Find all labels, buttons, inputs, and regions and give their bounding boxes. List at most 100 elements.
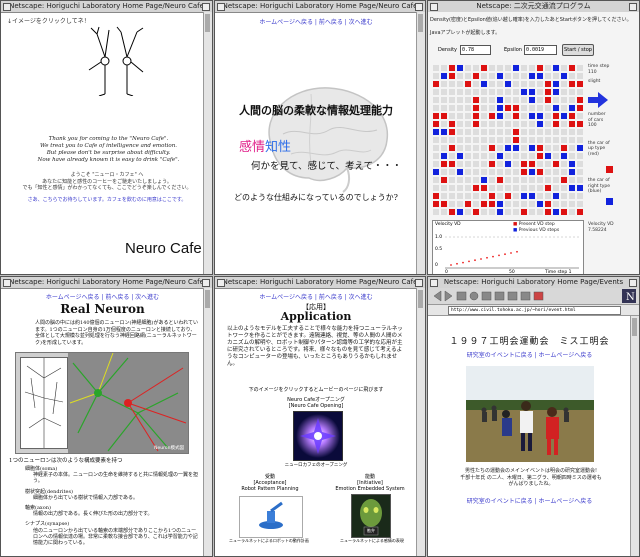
car-red — [449, 65, 455, 71]
grid-cell-empty — [449, 153, 455, 159]
grid-cell-empty — [441, 105, 447, 111]
grid-cell-empty — [449, 177, 455, 183]
epsilon-input[interactable]: 0.0019 — [524, 45, 557, 55]
x-axis-label: Time step 1 — [545, 270, 572, 275]
window-title: Netscape: Horiguchi Laboratory Home Page… — [443, 278, 624, 286]
enter-cafe-link[interactable]: さあ、こちらでお待ちしています。カフェを飲むのに用意はここです。 — [7, 196, 207, 203]
zoom-box-icon[interactable] — [415, 3, 423, 11]
car-red — [449, 121, 455, 127]
scroll-thumb[interactable] — [418, 290, 423, 308]
nav-links[interactable]: ホームページへ戻る | 前へ戻る | 次へ進む — [1, 292, 204, 301]
car-red — [537, 153, 543, 159]
scrollbar[interactable] — [630, 316, 639, 556]
car-blue — [561, 153, 567, 159]
grid-cell-empty — [441, 209, 447, 215]
grid-cell-empty — [513, 169, 519, 175]
robot-demo-thumbnail[interactable] — [239, 496, 303, 538]
zoom-box-icon[interactable] — [629, 279, 637, 287]
car-blue — [553, 89, 559, 95]
grid-cell-empty — [553, 177, 559, 183]
grid-cell-empty — [441, 97, 447, 103]
grid-cell-empty — [569, 209, 575, 215]
close-box-icon[interactable] — [430, 279, 438, 287]
grid-cell-empty — [465, 153, 471, 159]
car-red — [569, 65, 575, 71]
grid-cell-empty — [457, 129, 463, 135]
neuron-network-image — [68, 353, 188, 453]
grid-cell-empty — [473, 201, 479, 207]
car-red — [489, 145, 495, 151]
car-blue — [457, 169, 463, 175]
emotion-intellect-label: 感情知性 — [239, 136, 291, 155]
scroll-thumb[interactable] — [205, 14, 210, 32]
grid-cell-empty — [537, 137, 543, 143]
density-input[interactable]: 0.78 — [460, 45, 491, 55]
zoom-box-icon[interactable] — [415, 279, 423, 287]
grid-cell-empty — [457, 89, 463, 95]
zoom-box-icon[interactable] — [629, 3, 637, 11]
close-box-icon[interactable] — [430, 3, 438, 11]
grid-cell-empty — [537, 185, 543, 191]
scrollbar[interactable] — [416, 288, 425, 556]
grid-cell-empty — [545, 129, 551, 135]
scrollbar[interactable] — [203, 12, 212, 274]
velocity-readout: Velocity VD 7.58224 — [588, 222, 614, 233]
close-box-icon[interactable] — [217, 279, 225, 287]
neuron-figure-icon[interactable] — [85, 26, 145, 96]
scroll-thumb[interactable] — [205, 290, 210, 308]
scrollbar[interactable] — [416, 12, 425, 274]
url-field[interactable]: http://www.civil.tohoku.ac.jp/~hori/even… — [448, 306, 621, 315]
grid-cell-empty — [561, 161, 567, 167]
velocity-point — [462, 261, 464, 264]
zoom-box-icon[interactable] — [202, 279, 210, 287]
close-box-icon[interactable] — [3, 279, 11, 287]
car-red — [473, 73, 479, 79]
car-blue — [497, 105, 503, 111]
emotion-demo-thumbnail[interactable]: 勘弁 — [351, 494, 391, 538]
nav-links[interactable]: ホームページへ戻る | 前へ戻る | 次へ進む — [215, 17, 417, 26]
scroll-thumb[interactable] — [418, 14, 423, 32]
car-red — [465, 201, 471, 207]
grid-cell-empty — [553, 185, 559, 191]
grid-cell-empty — [513, 177, 519, 183]
car-red — [505, 193, 511, 199]
nav-top[interactable]: 研究室のイベントに戻る | ホームページへ戻る — [428, 350, 631, 359]
grid-cell-empty — [529, 177, 535, 183]
grid-cell-empty — [497, 185, 503, 191]
grid-cell-empty — [489, 137, 495, 143]
car-blue — [545, 153, 551, 159]
car-red — [529, 161, 535, 167]
grid-cell-empty — [449, 105, 455, 111]
grid-cell-empty — [449, 137, 455, 143]
start-stop-button[interactable]: Start / stop — [562, 44, 594, 56]
close-box-icon[interactable] — [3, 3, 11, 11]
grid-cell-empty — [505, 65, 511, 71]
grid-cell-empty — [481, 137, 487, 143]
scroll-thumb[interactable] — [632, 318, 637, 336]
grid-cell-empty — [473, 81, 479, 87]
zoom-box-icon[interactable] — [202, 3, 210, 11]
grid-cell-empty — [545, 169, 551, 175]
car-red — [489, 193, 495, 199]
grid-cell-empty — [441, 121, 447, 127]
grid-cell-empty — [545, 177, 551, 183]
grid-cell-empty — [569, 129, 575, 135]
nav-links[interactable]: ホームページへ戻る | 前へ戻る | 次へ進む — [215, 292, 417, 301]
part-soma-desc: 神経素子の本体。ニューロンの生命を維持すると共に情報処理の一翼を担う。 — [33, 472, 199, 485]
grid-cell-empty — [465, 65, 471, 71]
car-blue — [521, 193, 527, 199]
grid-cell-empty — [497, 145, 503, 151]
car-red — [513, 137, 519, 143]
car-blue — [497, 113, 503, 119]
velocity-point — [468, 260, 470, 263]
car-blue — [569, 105, 575, 111]
grid-cell-empty — [553, 153, 559, 159]
close-box-icon[interactable] — [217, 3, 225, 11]
car-blue — [577, 185, 583, 191]
scrollbar[interactable] — [203, 288, 212, 556]
opening-movie-thumbnail[interactable] — [293, 411, 343, 461]
right-arrow-icon — [588, 92, 608, 108]
nav-bottom[interactable]: 研究室のイベントに戻る | ホームページへ戻る — [428, 496, 631, 505]
grid-cell-empty — [553, 129, 559, 135]
grid-cell-empty — [441, 145, 447, 151]
